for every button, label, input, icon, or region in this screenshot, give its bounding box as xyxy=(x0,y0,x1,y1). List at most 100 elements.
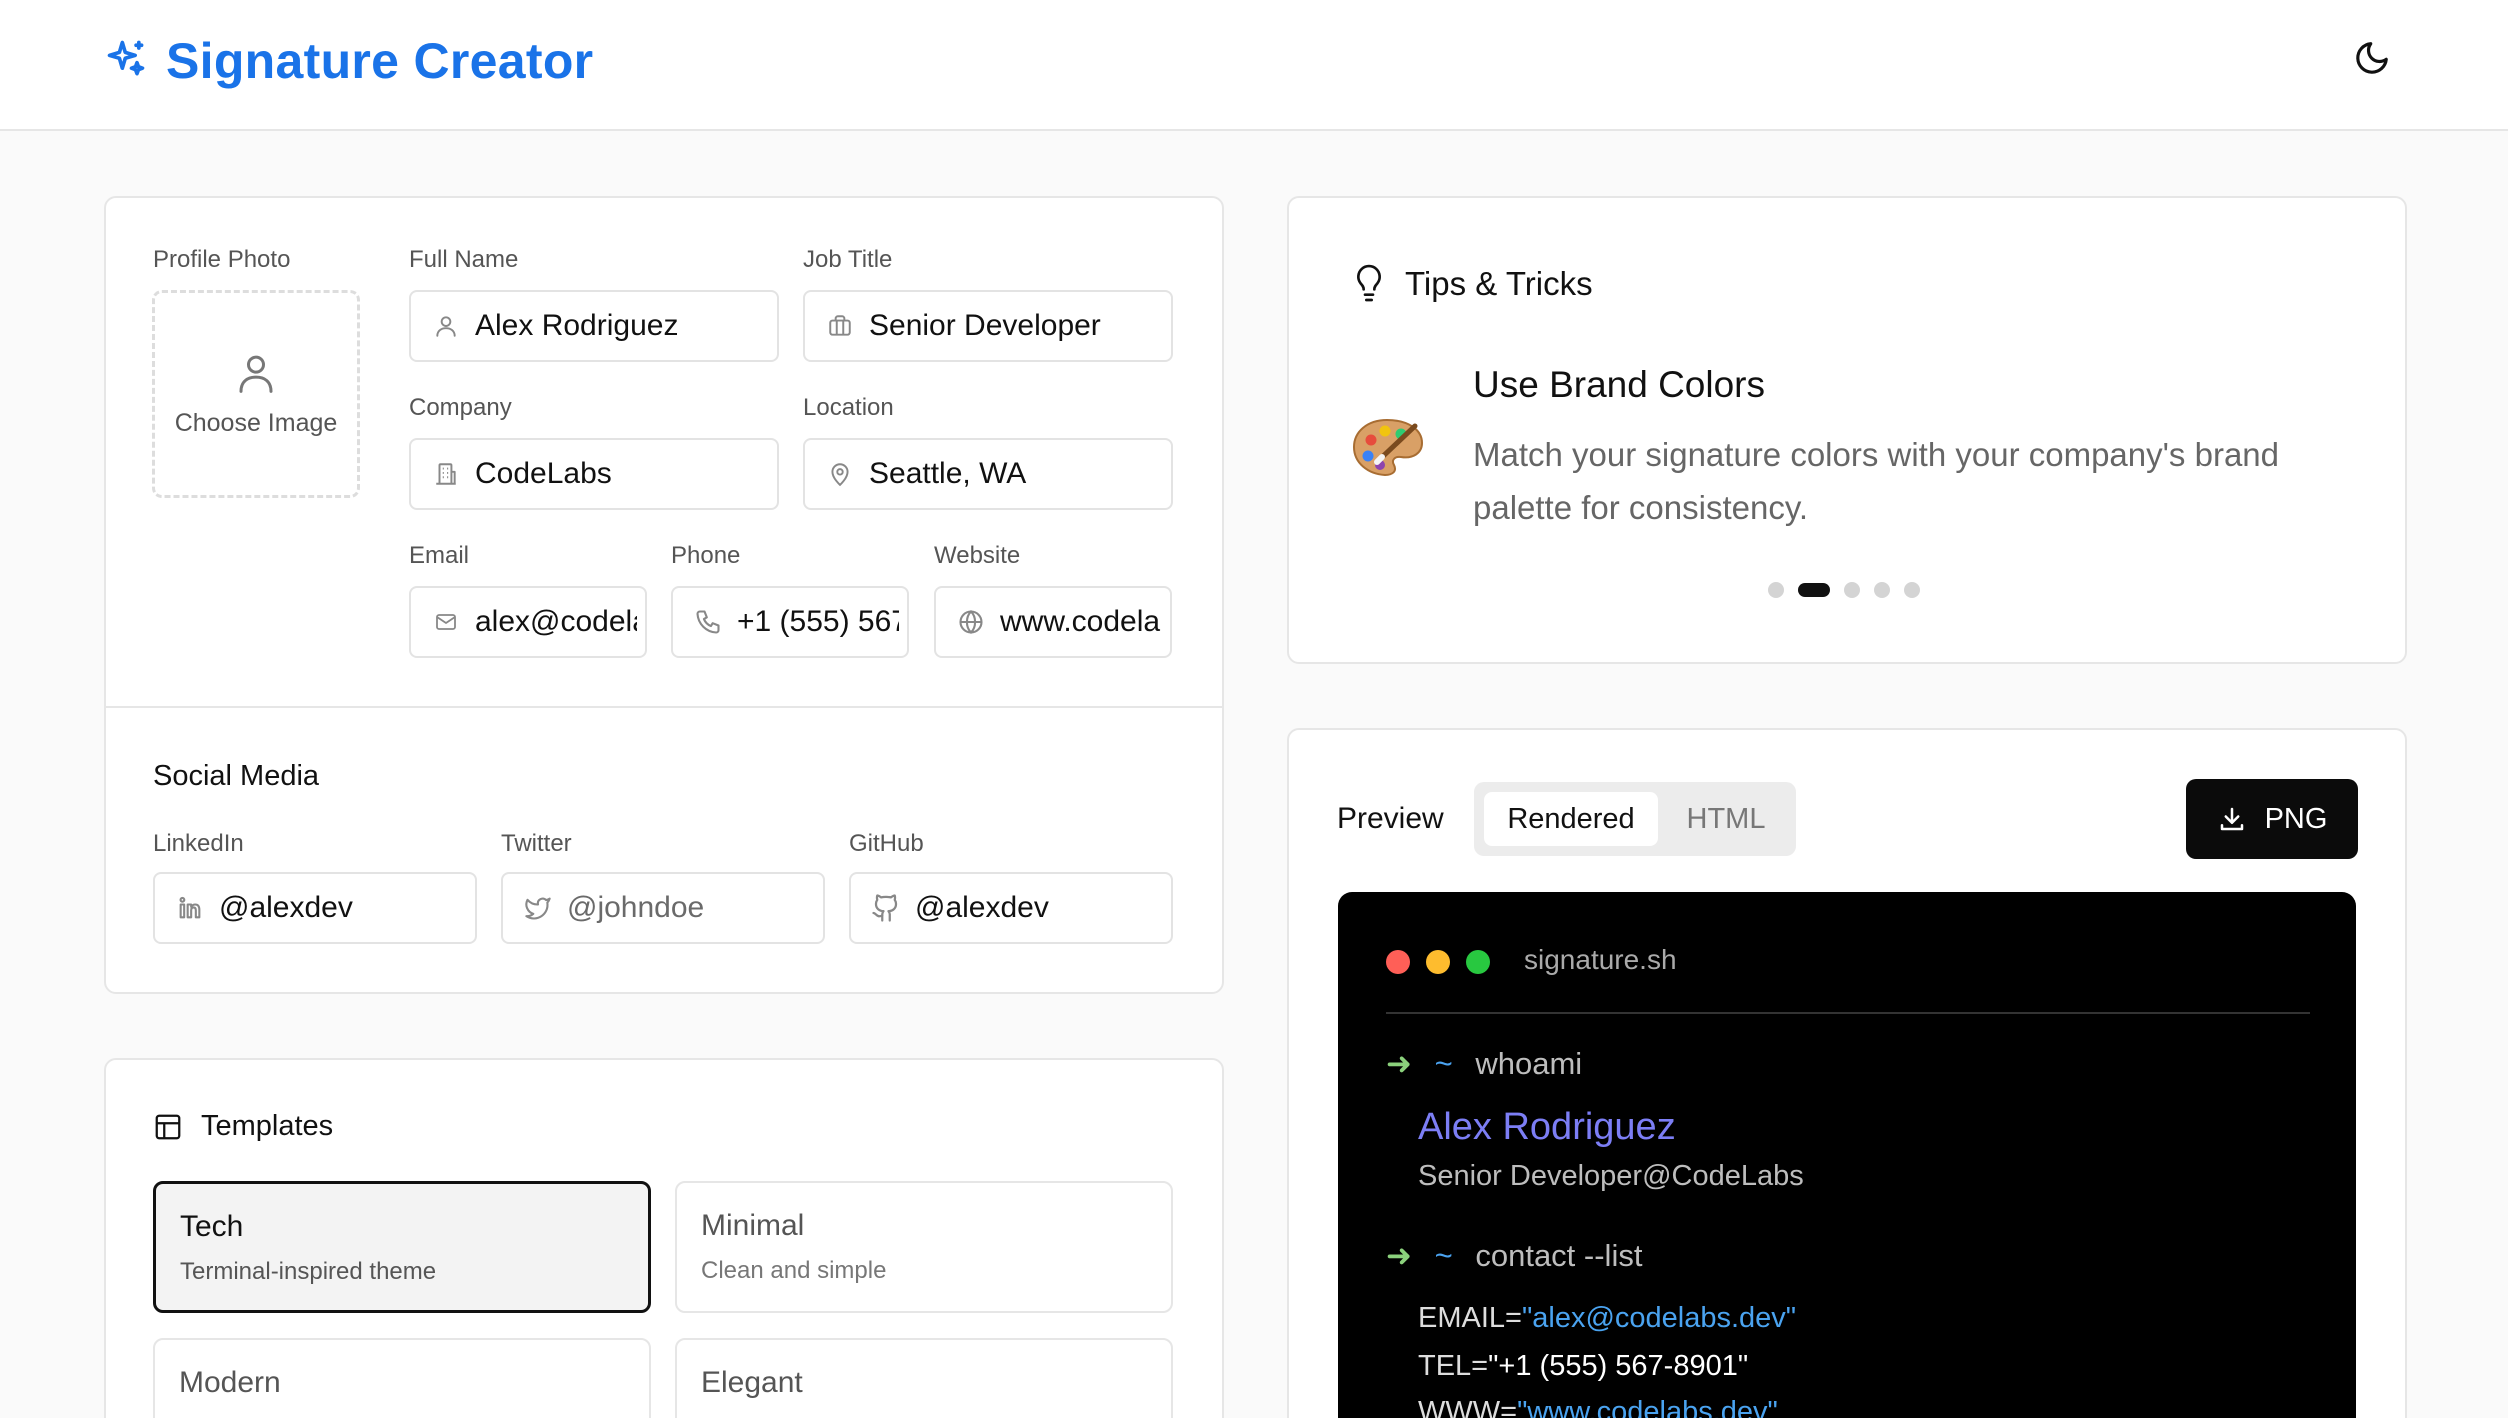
tips-header: Tips & Tricks xyxy=(1353,264,1593,304)
phone-field[interactable] xyxy=(671,586,909,658)
user-icon xyxy=(236,351,276,395)
carousel-dot[interactable] xyxy=(1844,582,1860,598)
carousel-dot[interactable] xyxy=(1904,582,1920,598)
env-value: "+1 (555) 567-8901" xyxy=(1488,1350,1749,1382)
terminal-window-title: signature.sh xyxy=(1524,944,1677,975)
download-png-label: PNG xyxy=(2264,802,2328,835)
location-input[interactable] xyxy=(869,457,1171,491)
template-desc: Clean and simple xyxy=(701,1257,887,1284)
tab-html[interactable]: HTML xyxy=(1666,792,1786,846)
building-icon xyxy=(431,459,461,489)
prompt-arrow-icon: ➜ xyxy=(1386,1238,1412,1273)
phone-icon xyxy=(693,607,723,637)
website-input[interactable] xyxy=(1000,605,1170,639)
template-modern[interactable]: Modern xyxy=(153,1338,651,1418)
artist-palette-icon xyxy=(1351,416,1425,485)
moon-icon xyxy=(2353,39,2391,82)
signature-subtitle: Senior Developer@CodeLabs xyxy=(1418,1160,1804,1192)
env-key: EMAIL= xyxy=(1418,1302,1522,1334)
linkedin-field[interactable] xyxy=(153,872,477,944)
location-field[interactable] xyxy=(803,438,1173,510)
location-label: Location xyxy=(803,394,894,421)
website-field[interactable] xyxy=(934,586,1172,658)
email-label: Email xyxy=(409,542,470,569)
app-header: Signature Creator xyxy=(0,0,2508,131)
tip-title: Use Brand Colors xyxy=(1473,364,1766,405)
choose-image-label: Choose Image xyxy=(174,408,338,437)
tip-text: Match your signature colors with your co… xyxy=(1473,436,2280,526)
template-elegant[interactable]: Elegant xyxy=(675,1338,1173,1418)
env-key: WWW= xyxy=(1418,1396,1518,1418)
carousel-dot[interactable] xyxy=(1874,582,1890,598)
window-close-dot xyxy=(1386,950,1410,974)
env-value: "www.codelabs.dev" xyxy=(1517,1396,1778,1418)
env-key: TEL= xyxy=(1418,1350,1489,1382)
github-input[interactable] xyxy=(915,891,1171,925)
preview-tabs: Rendered HTML xyxy=(1474,782,1796,856)
carousel-dot-active[interactable] xyxy=(1798,583,1830,597)
templates-header: Templates xyxy=(153,1110,333,1143)
contact-tel-line: TEL="+1 (555) 567-8901" xyxy=(1418,1350,1748,1383)
linkedin-icon xyxy=(175,893,205,923)
globe-icon xyxy=(956,607,986,637)
signature-terminal-preview: signature.sh ➜ ~ whoami Alex Rodriguez S… xyxy=(1338,892,2356,1418)
carousel-dots xyxy=(1768,582,1920,598)
mail-icon xyxy=(431,607,461,637)
download-icon xyxy=(2217,804,2247,834)
job-title-label: Job Title xyxy=(803,246,893,273)
github-icon xyxy=(871,893,901,923)
env-value: "alex@codelabs.dev" xyxy=(1521,1302,1797,1334)
email-field[interactable] xyxy=(409,586,647,658)
full-name-field[interactable] xyxy=(409,290,779,362)
phone-label: Phone xyxy=(671,542,741,569)
theme-toggle-button[interactable] xyxy=(2350,38,2394,82)
terminal-command: contact --list xyxy=(1475,1238,1643,1273)
sparkles-icon xyxy=(104,37,148,86)
brand[interactable]: Signature Creator xyxy=(104,32,593,90)
github-field[interactable] xyxy=(849,872,1173,944)
window-maximize-dot xyxy=(1466,950,1490,974)
full-name-label: Full Name xyxy=(409,246,519,273)
twitter-label: Twitter xyxy=(501,830,572,857)
twitter-input[interactable] xyxy=(567,891,823,925)
contact-www-line: WWW="www.codelabs.dev" xyxy=(1418,1396,1778,1418)
preview-label: Preview xyxy=(1337,802,1444,835)
template-name: Tech xyxy=(180,1210,244,1243)
tab-rendered[interactable]: Rendered xyxy=(1484,792,1658,846)
template-name: Elegant xyxy=(701,1366,803,1399)
company-input[interactable] xyxy=(475,457,777,491)
choose-image-button[interactable]: Choose Image xyxy=(152,290,360,498)
terminal-divider xyxy=(1386,1012,2310,1014)
twitter-icon xyxy=(523,893,553,923)
prompt-tilde: ~ xyxy=(1434,1046,1453,1081)
layout-icon xyxy=(153,1112,183,1142)
company-field[interactable] xyxy=(409,438,779,510)
template-desc: Terminal-inspired theme xyxy=(180,1258,437,1285)
app-title: Signature Creator xyxy=(166,33,594,89)
email-input[interactable] xyxy=(475,605,645,639)
company-label: Company xyxy=(409,394,512,421)
briefcase-icon xyxy=(825,311,855,341)
website-label: Website xyxy=(934,542,1021,569)
user-icon xyxy=(431,311,461,341)
terminal-command-line: ➜ ~ contact --list xyxy=(1386,1238,1642,1274)
twitter-field[interactable] xyxy=(501,872,825,944)
terminal-command-line: ➜ ~ whoami xyxy=(1386,1046,1582,1082)
contact-email-line: EMAIL="alex@codelabs.dev" xyxy=(1418,1302,1796,1335)
github-label: GitHub xyxy=(849,830,924,857)
linkedin-input[interactable] xyxy=(219,891,475,925)
map-pin-icon xyxy=(825,459,855,489)
job-title-field[interactable] xyxy=(803,290,1173,362)
download-png-button[interactable]: PNG xyxy=(2186,779,2358,859)
carousel-dot[interactable] xyxy=(1768,582,1784,598)
section-divider xyxy=(104,706,1224,708)
lightbulb-icon xyxy=(1353,264,1385,304)
templates-title: Templates xyxy=(201,1110,334,1142)
template-minimal[interactable]: Minimal Clean and simple xyxy=(675,1181,1173,1313)
template-tech[interactable]: Tech Terminal-inspired theme xyxy=(153,1181,651,1313)
prompt-tilde: ~ xyxy=(1434,1238,1453,1273)
social-media-title: Social Media xyxy=(153,760,320,792)
phone-input[interactable] xyxy=(737,605,907,639)
full-name-input[interactable] xyxy=(475,309,777,343)
job-title-input[interactable] xyxy=(869,309,1171,343)
